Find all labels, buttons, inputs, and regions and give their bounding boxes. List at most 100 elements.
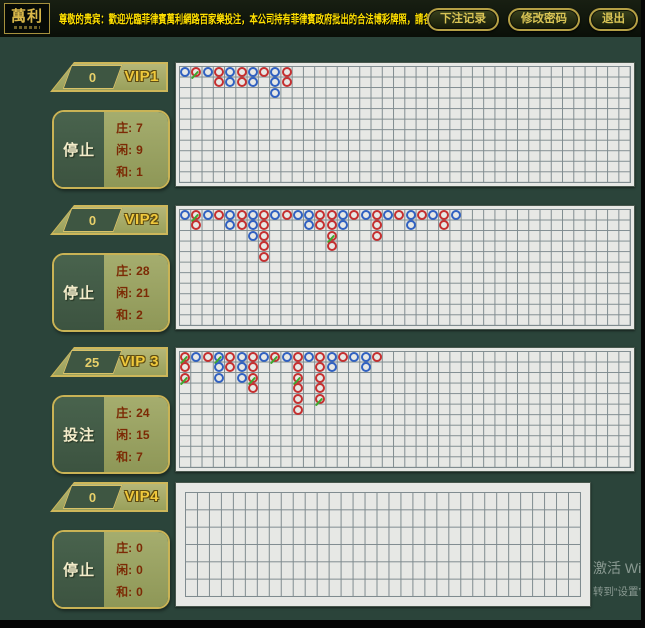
banker-circle — [225, 362, 235, 372]
player-circle — [225, 77, 235, 87]
banker-value: 24 — [136, 406, 149, 420]
player-circle — [270, 77, 280, 87]
banker-circle — [315, 210, 325, 220]
banker-value: 0 — [136, 541, 143, 555]
table-panel: 投注 庄:24 闲:15 和:7 — [52, 395, 170, 474]
tie-count-row: 和: 0 — [116, 583, 168, 600]
banker-circle — [315, 373, 325, 383]
roadmap-grid — [179, 66, 631, 183]
tie-count-row: 和:2 — [116, 306, 168, 323]
player-circle — [451, 210, 461, 220]
banker-circle — [327, 241, 337, 251]
banker-circle — [237, 67, 247, 77]
banker-circle — [237, 77, 247, 87]
player-circle — [361, 362, 371, 372]
player-circle — [270, 67, 280, 77]
logout-button[interactable]: 退出 — [589, 8, 638, 31]
logo-text: 萬利 — [11, 8, 43, 25]
banker-circle — [439, 210, 449, 220]
player-circle — [180, 67, 190, 77]
banker-circle — [225, 352, 235, 362]
banker-circle — [237, 210, 247, 220]
vip-label: VIP4 — [124, 482, 159, 512]
player-circle — [180, 210, 190, 220]
player-circle — [214, 362, 224, 372]
tie-value: 0 — [136, 585, 143, 599]
banker-circle — [180, 362, 190, 372]
banker-label: 庄: — [116, 264, 132, 278]
player-circle — [237, 362, 247, 372]
banker-circle — [327, 210, 337, 220]
table-badge: 0 VIP4 — [50, 482, 168, 512]
banker-label: 庄: — [116, 121, 132, 135]
player-value: 21 — [136, 286, 149, 300]
table-stats: 庄: 28 闲: 21 和:2 — [104, 255, 168, 330]
banker-circle — [214, 210, 224, 220]
banker-circle — [203, 352, 213, 362]
player-circle — [225, 210, 235, 220]
banker-count-row: 庄: 28 — [116, 262, 168, 279]
table-badge: 25 VIP 3 — [50, 347, 168, 377]
banker-label: 庄: — [116, 406, 132, 420]
banker-circle — [417, 210, 427, 220]
player-circle — [270, 88, 280, 98]
table-panel: 停止 庄:7 闲:9 和:1 — [52, 110, 170, 189]
player-circle — [361, 352, 371, 362]
table-status-button[interactable]: 投注 — [54, 397, 104, 472]
roadmap-panel — [175, 482, 591, 607]
player-circle — [293, 210, 303, 220]
table-badge: 0 VIP1 — [50, 62, 168, 92]
banker-circle — [372, 220, 382, 230]
badge-count-box: 0 — [63, 485, 123, 509]
player-circle — [191, 352, 201, 362]
table-status-button[interactable]: 停止 — [54, 112, 104, 187]
table-stats: 庄:7 闲:9 和:1 — [104, 112, 168, 187]
roadmap-panel — [175, 62, 635, 187]
banker-circle — [439, 220, 449, 230]
banker-value: 28 — [136, 264, 149, 278]
player-circle — [383, 210, 393, 220]
table-badge: 0 VIP2 — [50, 205, 168, 235]
roadmap-grid — [179, 209, 631, 326]
roadmap-panel — [175, 205, 635, 330]
tie-marker — [315, 398, 323, 407]
player-value: 9 — [136, 143, 143, 157]
player-count-row: 闲:9 — [116, 141, 168, 158]
banker-circle — [214, 67, 224, 77]
banker-circle — [259, 210, 269, 220]
banker-circle — [293, 352, 303, 362]
banker-circle — [191, 210, 201, 220]
player-label: 闲: — [116, 286, 132, 300]
table-panel: 停止 庄: 28 闲: 21 和:2 — [52, 253, 170, 332]
player-circle — [248, 77, 258, 87]
tie-count-row: 和:1 — [116, 163, 168, 180]
banker-circle — [282, 210, 292, 220]
banker-circle — [315, 220, 325, 230]
banker-count-row: 庄: 24 — [116, 404, 168, 421]
badge-count: 0 — [89, 490, 96, 505]
banker-circle — [191, 67, 201, 77]
banker-circle — [293, 383, 303, 393]
windows-activation-watermark: 激活 Windows 转到“设置”以激活 Windows。 — [593, 558, 645, 599]
banker-circle — [180, 373, 190, 383]
player-circle — [248, 231, 258, 241]
player-circle — [225, 220, 235, 230]
watermark-line2: 转到“设置”以激活 Windows。 — [593, 584, 645, 599]
top-bar: 萬利 尊敬的贵宾：歡迎光臨菲律賓萬利網路百家樂投注，本公司持有菲律賓政府批出的合… — [0, 0, 645, 37]
player-circle — [304, 352, 314, 362]
welcome-marquee: 尊敬的贵宾：歡迎光臨菲律賓萬利網路百家樂投注，本公司持有菲律賓政府批出的合法博彩… — [59, 11, 481, 27]
table-status-button[interactable]: 停止 — [54, 532, 104, 607]
banker-circle — [180, 352, 190, 362]
banker-circle — [349, 210, 359, 220]
banker-circle — [248, 383, 258, 393]
player-value: 15 — [136, 428, 149, 442]
change-password-button[interactable]: 修改密码 — [508, 8, 580, 31]
roadmap-grid — [185, 492, 581, 597]
player-circle — [248, 210, 258, 220]
badge-count: 0 — [89, 213, 96, 228]
bet-records-button[interactable]: 下注记录 — [427, 8, 499, 31]
table-status-button[interactable]: 停止 — [54, 255, 104, 330]
banker-circle — [372, 352, 382, 362]
tie-label: 和: — [116, 585, 132, 599]
banker-circle — [259, 241, 269, 251]
